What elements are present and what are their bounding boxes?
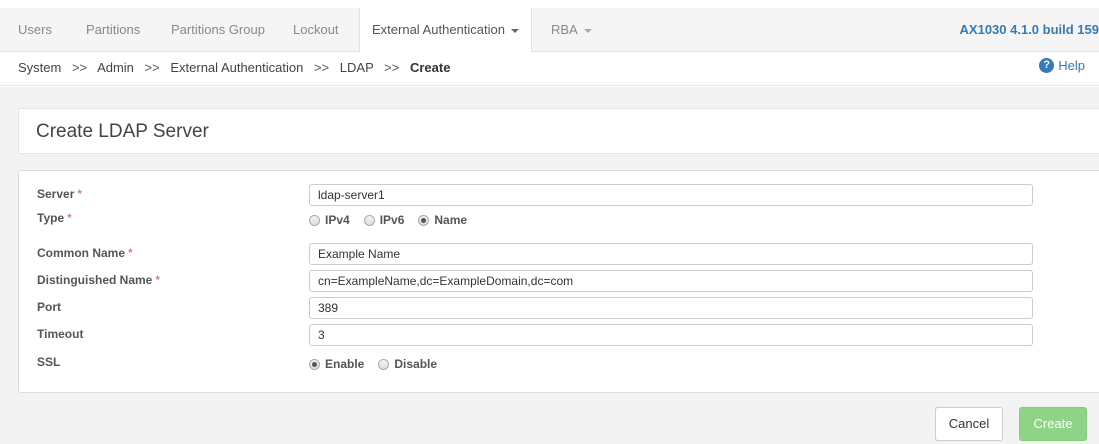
chevron-down-icon — [583, 28, 592, 33]
breadcrumb-item-system[interactable]: System — [18, 60, 61, 75]
tab-external-authentication[interactable]: External Authentication — [359, 8, 532, 53]
breadcrumb-separator: >> — [144, 60, 160, 75]
radio-checked-icon — [418, 214, 430, 226]
type-radio-ipv6[interactable]: IPv6 — [363, 213, 404, 227]
page-title-panel: Create LDAP Server — [18, 108, 1099, 154]
ssl-radio-enable[interactable]: Enable — [309, 357, 364, 371]
help-link[interactable]: ? Help — [1039, 58, 1085, 73]
tab-partitions-group[interactable]: Partitions Group — [171, 8, 265, 52]
radio-unchecked-icon — [309, 214, 320, 226]
type-label: Type * — [37, 211, 72, 225]
top-navigation: Users Partitions Partitions Group Lockou… — [0, 8, 1099, 53]
server-label: Server * — [37, 187, 83, 201]
question-circle-icon: ? — [1039, 58, 1055, 73]
common-name-input[interactable] — [309, 243, 1033, 265]
tab-rba[interactable]: RBA — [551, 8, 592, 52]
radio-unchecked-icon — [378, 358, 390, 370]
type-radio-ipv4[interactable]: IPv4 — [309, 213, 350, 227]
page-title: Create LDAP Server — [36, 121, 209, 142]
breadcrumb: System >> Admin >> External Authenticati… — [18, 60, 450, 75]
ssl-row: SSL Enable Disable — [19, 352, 1099, 376]
type-radio-group: IPv4 IPv6 Name — [309, 213, 481, 227]
create-button[interactable]: Create — [1019, 407, 1087, 441]
common-name-label: Common Name * — [37, 246, 133, 260]
help-label: Help — [1058, 58, 1085, 73]
breadcrumb-current: Create — [409, 60, 451, 75]
timeout-input[interactable] — [309, 324, 1033, 346]
chevron-down-icon — [510, 28, 519, 33]
timeout-row: Timeout — [19, 324, 1099, 348]
breadcrumb-separator: >> — [384, 60, 400, 75]
common-name-row: Common Name * — [19, 243, 1099, 267]
server-row: Server * — [19, 184, 1099, 208]
ssl-radio-disable[interactable]: Disable — [378, 357, 437, 371]
port-row: Port — [19, 297, 1099, 321]
distinguished-name-label: Distinguished Name * — [37, 273, 161, 287]
port-input[interactable] — [309, 297, 1033, 319]
type-radio-name[interactable]: Name — [418, 213, 467, 227]
breadcrumb-separator: >> — [71, 60, 88, 75]
radio-unchecked-icon — [363, 214, 375, 226]
timeout-label: Timeout — [37, 327, 84, 341]
ldap-server-form: Server* Type* IPv4 IPv6 Name Common Name… — [18, 170, 1099, 393]
breadcrumb-separator: >> — [313, 60, 330, 75]
server-input[interactable] — [309, 184, 1033, 206]
breadcrumb-item-admin[interactable]: Admin — [97, 60, 134, 75]
tab-partitions[interactable]: Partitions — [86, 8, 140, 52]
breadcrumb-item-ldap[interactable]: LDAP — [340, 60, 374, 75]
tab-users[interactable]: Users — [18, 8, 52, 52]
radio-checked-icon — [309, 358, 320, 370]
version-label: AX1030 4.1.0 build 159 — [959, 22, 1099, 37]
ssl-radio-group: Enable Disable — [309, 357, 451, 371]
main-content: Create LDAP Server Server* Type* IPv4 IP… — [0, 87, 1099, 444]
breadcrumb-item-external-authentication[interactable]: External Authentication — [170, 60, 303, 75]
tab-external-authentication-label: External Authentication — [372, 22, 505, 37]
tab-lockout[interactable]: Lockout — [293, 8, 339, 52]
ssl-label: SSL — [37, 355, 61, 369]
distinguished-name-row: Distinguished Name * — [19, 270, 1099, 294]
breadcrumb-bar: System >> Admin >> External Authenticati… — [0, 52, 1099, 86]
cancel-button[interactable]: Cancel — [935, 407, 1003, 441]
type-row: Type * IPv4 IPv6 Name — [19, 208, 1099, 232]
tab-rba-label: RBA — [551, 22, 578, 37]
distinguished-name-input[interactable] — [309, 270, 1033, 292]
port-label: Port — [37, 300, 61, 314]
